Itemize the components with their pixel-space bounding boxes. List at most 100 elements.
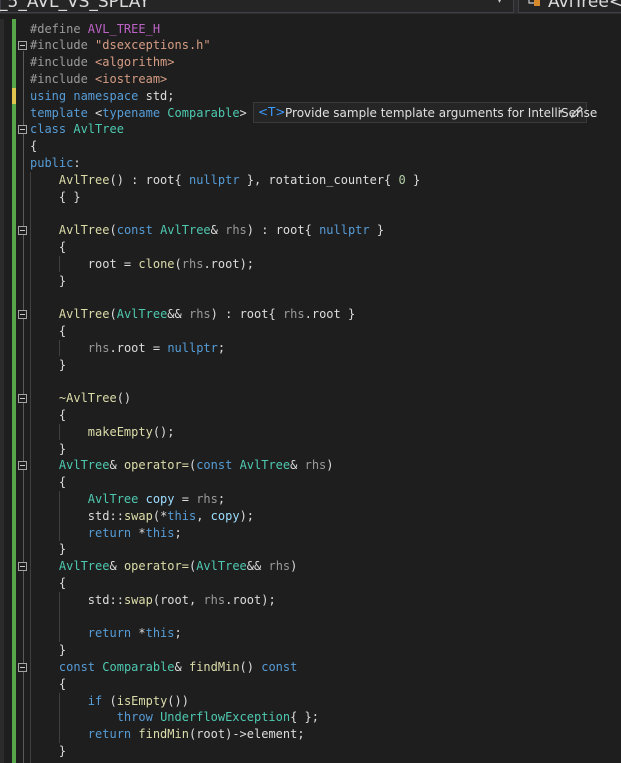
code-token: AvlTree bbox=[58, 458, 110, 473]
code-token: if bbox=[87, 693, 110, 708]
code-token: swap bbox=[123, 508, 153, 523]
code-line[interactable]: } bbox=[30, 357, 66, 374]
collapse-icon[interactable] bbox=[18, 562, 27, 572]
code-editor[interactable]: #define AVL_TREE_H #include "dsexceptions… bbox=[0, 19, 621, 763]
code-line[interactable]: if (isEmpty()) bbox=[30, 693, 189, 710]
intellisense-template-hint-bar[interactable]: <T> Provide sample template arguments fo… bbox=[253, 102, 597, 123]
chevron-down-icon[interactable]: ▾ bbox=[497, 0, 507, 6]
code-token: "dsexceptions.h" bbox=[95, 38, 211, 53]
code-line[interactable]: root = clone(rhs.root); bbox=[30, 256, 254, 273]
code-line[interactable]: #include "dsexceptions.h" bbox=[30, 37, 211, 54]
code-line[interactable]: AvlTree() : root{ nullptr }, rotation_co… bbox=[30, 172, 420, 189]
code-line[interactable]: { bbox=[30, 575, 66, 592]
code-token: AvlTree bbox=[116, 307, 168, 322]
code-token: { bbox=[58, 323, 67, 338]
code-token: rhs bbox=[268, 559, 291, 574]
code-token: rhs bbox=[188, 307, 211, 322]
file-navigation-dropdown[interactable]: _5_AVL_VS_SPLAY ▾ bbox=[0, 0, 514, 13]
code-line[interactable]: #define AVL_TREE_H bbox=[30, 21, 160, 38]
code-token: nullptr bbox=[167, 340, 218, 355]
code-line[interactable]: AvlTree& operator=(const AvlTree& rhs) bbox=[30, 457, 334, 474]
code-line[interactable]: return findMin(root)->element; bbox=[30, 726, 305, 743]
code-line[interactable]: { bbox=[30, 474, 66, 491]
code-token: rhs bbox=[87, 340, 110, 355]
code-line[interactable]: class AvlTree bbox=[30, 121, 124, 138]
code-line[interactable]: makeEmpty(); bbox=[30, 424, 175, 441]
collapse-icon[interactable] bbox=[18, 310, 27, 320]
code-line[interactable]: AvlTree(AvlTree&& rhs) : root{ rhs.root … bbox=[30, 306, 355, 323]
collapse-icon[interactable] bbox=[18, 41, 27, 51]
code-token: findMin bbox=[188, 659, 240, 674]
code-line[interactable]: } bbox=[30, 743, 66, 760]
code-line[interactable]: return *this; bbox=[30, 525, 182, 542]
code-line[interactable]: AvlTree copy = rhs; bbox=[30, 491, 225, 508]
code-token: ) bbox=[326, 458, 334, 473]
code-token: & bbox=[109, 458, 124, 473]
code-token: root bbox=[275, 223, 305, 238]
collapse-icon[interactable] bbox=[18, 461, 27, 471]
code-token: * bbox=[138, 525, 146, 540]
code-line[interactable]: #include <algorithm> bbox=[30, 54, 175, 71]
code-token: ( bbox=[152, 592, 161, 607]
code-token: 0 bbox=[398, 172, 406, 187]
code-line[interactable]: #include <iostream> bbox=[30, 71, 167, 88]
code-line[interactable]: const Comparable& findMin() const bbox=[30, 659, 297, 676]
code-token: && bbox=[167, 307, 189, 322]
code-line[interactable]: } bbox=[30, 441, 66, 458]
code-line[interactable]: { } bbox=[30, 189, 81, 206]
code-token: ( bbox=[174, 256, 182, 271]
code-line[interactable]: template <typename Comparable> bbox=[30, 105, 247, 122]
code-token: ) : bbox=[246, 223, 276, 238]
code-token: #include bbox=[30, 55, 96, 70]
code-line[interactable]: { bbox=[30, 323, 66, 340]
code-line[interactable]: { bbox=[30, 407, 66, 424]
code-line[interactable]: throw UnderflowException{ }; bbox=[30, 709, 319, 726]
code-line[interactable]: } bbox=[30, 273, 66, 290]
code-token: ( bbox=[109, 223, 117, 238]
code-line[interactable]: std::swap(root, rhs.root); bbox=[30, 592, 276, 609]
collapse-icon[interactable] bbox=[18, 125, 27, 135]
code-token: AvlTree bbox=[58, 172, 110, 187]
code-line[interactable]: return *this; bbox=[30, 625, 182, 642]
collapse-icon[interactable] bbox=[18, 662, 27, 672]
code-line[interactable]: ~AvlTree() bbox=[30, 390, 131, 407]
intellisense-hint-text[interactable]: Provide sample template arguments for In… bbox=[285, 106, 597, 120]
scope-navigation-dropdown[interactable]: AvlTree<C bbox=[518, 0, 621, 13]
code-token: AvlTree bbox=[58, 223, 110, 238]
code-line[interactable]: std::swap(*this, copy); bbox=[30, 508, 254, 525]
code-token: } bbox=[369, 223, 385, 238]
code-token: > bbox=[239, 105, 247, 120]
code-line[interactable]: { bbox=[30, 239, 66, 256]
code-token: operator= bbox=[123, 458, 189, 473]
code-token: . bbox=[304, 307, 312, 322]
code-token: } bbox=[58, 273, 67, 288]
code-line[interactable]: } bbox=[30, 541, 66, 558]
code-line[interactable]: { bbox=[30, 138, 37, 155]
change-tracking-unsaved-bar bbox=[12, 88, 16, 104]
code-token: } bbox=[58, 441, 67, 456]
code-token: { bbox=[58, 475, 67, 490]
code-line[interactable]: using namespace std; bbox=[30, 88, 175, 105]
code-line[interactable]: AvlTree(const AvlTree& rhs) : root{ null… bbox=[30, 222, 384, 239]
code-token: ()) bbox=[167, 693, 189, 708]
pencil-icon[interactable] bbox=[570, 105, 584, 119]
code-token: AvlTree bbox=[239, 458, 291, 473]
code-token: ) bbox=[290, 559, 298, 574]
code-line[interactable]: public: bbox=[30, 155, 81, 172]
collapse-icon[interactable] bbox=[18, 226, 27, 236]
code-token: :: bbox=[109, 508, 124, 523]
code-line[interactable]: } bbox=[30, 642, 66, 659]
code-line[interactable]: { bbox=[30, 676, 66, 693]
code-line[interactable]: AvlTree& operator=(AvlTree&& rhs) bbox=[30, 558, 297, 575]
chevron-down-icon[interactable]: ▾ bbox=[559, 107, 563, 116]
code-token: Comparable bbox=[102, 659, 175, 674]
code-token: operator= bbox=[123, 559, 189, 574]
code-line[interactable]: rhs.root = nullptr; bbox=[30, 340, 225, 357]
collapse-icon[interactable] bbox=[18, 394, 27, 404]
code-token: . bbox=[203, 256, 211, 271]
